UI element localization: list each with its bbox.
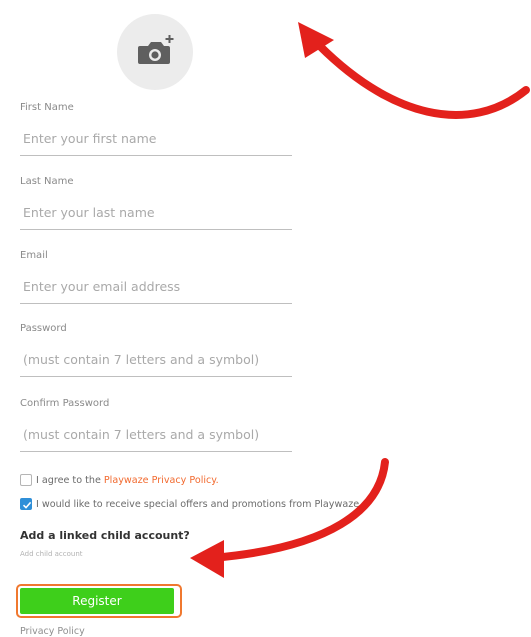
arrow-top-right xyxy=(298,22,530,119)
password-label: Password xyxy=(20,323,67,334)
camera-plus-icon xyxy=(138,35,174,64)
first-name-input[interactable] xyxy=(20,122,292,156)
register-highlight: Register xyxy=(16,584,182,618)
child-account-title: Add a linked child account? xyxy=(20,529,190,542)
offers-row: I would like to receive special offers a… xyxy=(20,496,359,512)
email-input[interactable] xyxy=(20,270,292,304)
arrow-bottom xyxy=(190,458,389,578)
first-name-label: First Name xyxy=(20,102,74,113)
privacy-agree-row: I agree to the Playwaze Privacy Policy. xyxy=(20,472,219,488)
privacy-policy-link[interactable]: Playwaze Privacy Policy. xyxy=(104,475,219,486)
email-label: Email xyxy=(20,250,48,261)
last-name-input[interactable] xyxy=(20,196,292,230)
confirm-password-input[interactable] xyxy=(20,418,292,452)
password-input[interactable] xyxy=(20,343,292,377)
privacy-agree-checkbox[interactable] xyxy=(20,474,32,486)
privacy-policy-footer-link[interactable]: Privacy Policy xyxy=(20,626,85,637)
checkmark-icon xyxy=(22,501,32,509)
confirm-password-label: Confirm Password xyxy=(20,398,110,409)
offers-checkbox[interactable] xyxy=(20,498,32,510)
add-child-account-link[interactable]: Add child account xyxy=(20,550,83,558)
avatar-upload-button[interactable] xyxy=(117,14,193,90)
last-name-label: Last Name xyxy=(20,176,74,187)
offers-label: I would like to receive special offers a… xyxy=(36,498,360,510)
privacy-agree-label: I agree to the xyxy=(36,474,101,486)
register-button[interactable]: Register xyxy=(20,588,174,614)
